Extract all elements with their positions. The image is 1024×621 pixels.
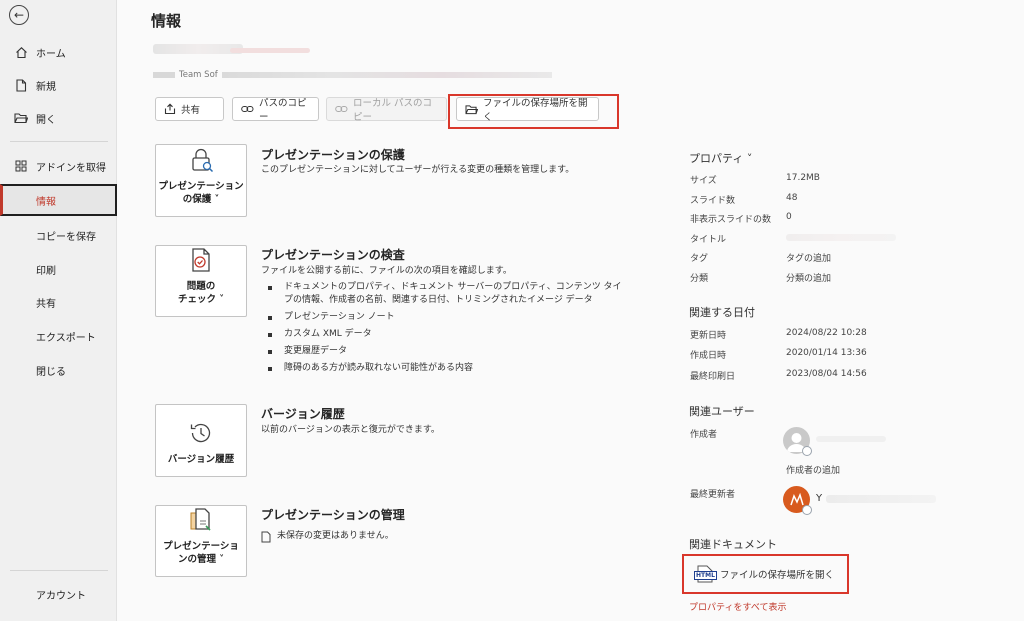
property-key: タイトル [690,235,727,245]
link-icon [241,104,254,114]
sidebar-item-info[interactable]: 情報 [0,184,117,216]
sidebar-item-export[interactable]: エクスポート [0,322,117,350]
check-for-issues-button[interactable]: 問題の チェック ˅ [155,245,247,317]
sidebar-item-label: 閉じる [36,366,66,378]
date-key: 最終印刷日 [690,372,736,382]
show-all-properties-link[interactable]: プロパティをすべて表示 [689,600,786,613]
inspect-bullet: プレゼンテーション ノート [268,311,628,324]
dates-heading: 関連する日付 [689,306,755,319]
sidebar-divider [10,141,108,142]
file-path: Team Sof [153,70,613,80]
version-history-button[interactable]: バージョン履歴 [155,404,247,477]
sidebar-item-share[interactable]: 共有 [0,288,117,316]
grid-icon [14,159,28,173]
sidebar-item-label: 開く [36,114,56,126]
sidebar-item-label: ホーム [36,48,66,60]
inspect-section-title: プレゼンテーションの検査 [261,248,405,262]
add-author-link[interactable]: 作成者の追加 [786,463,840,476]
manage-document-icon [188,507,214,536]
lock-search-icon [188,147,214,176]
property-value: 17.2MB [786,173,820,183]
sidebar-item-close[interactable]: 閉じる [0,356,117,384]
inspect-bullet: ドキュメントのプロパティ、ドキュメント サーバーのプロパティ、コンテンツ タイプ… [268,281,628,307]
add-category-field[interactable]: 分類の追加 [786,271,831,284]
manage-section-title: プレゼンテーションの管理 [261,508,405,522]
sidebar-item-label: 新規 [36,81,56,93]
sidebar-item-label: エクスポート [36,332,96,344]
inspect-section-desc: ファイルを公開する前に、ファイルの次の項目を確認します。 [261,266,512,276]
link-icon [335,104,348,114]
highlight-box [682,554,849,594]
property-key: 非表示スライドの数 [690,215,772,225]
presence-icon [802,505,812,515]
home-icon [14,45,28,59]
sidebar-divider [10,570,108,571]
sidebar-item-get-addins[interactable]: アドインを取得 [0,152,117,180]
sidebar-item-label: アドインを取得 [36,162,106,174]
backstage-sidebar: ← ホーム 新規 開く アドインを取得 情報 コピーを保存 印刷 共有 エクスポ… [0,0,117,621]
highlight-box [448,94,619,129]
manage-presentation-button[interactable]: プレゼンテーショ ンの管理 ˅ [155,505,247,577]
sidebar-item-label: 共有 [36,298,56,310]
manage-section-desc: 未保存の変更はありません。 [261,530,631,544]
users-heading: 関連ユーザー [689,405,755,418]
new-file-icon [14,78,28,92]
property-key: タグ [690,254,709,264]
folder-open-icon [14,111,28,125]
sidebar-item-new[interactable]: 新規 [0,71,117,99]
date-key: 作成日時 [690,351,727,361]
author-label: 作成者 [690,430,718,440]
properties-heading[interactable]: プロパティ ˅ [689,150,752,166]
author-name-redacted [816,436,886,442]
sidebar-item-print[interactable]: 印刷 [0,255,117,283]
date-value: 2020/01/14 13:36 [786,348,867,358]
presence-icon [802,446,812,456]
property-key: サイズ [690,176,717,186]
document-check-icon [189,247,213,276]
property-value: 48 [786,193,798,203]
history-icon [188,420,214,449]
date-value: 2024/08/22 10:28 [786,328,867,338]
last-modified-name[interactable]: Y [816,493,822,504]
sidebar-item-account[interactable]: アカウント [0,580,117,608]
property-key: スライド数 [690,196,736,206]
sidebar-item-open[interactable]: 開く [0,104,117,132]
property-value: 0 [786,212,792,222]
property-key: 分類 [690,274,709,284]
inspect-bullet: 障碍のある方が読み取れない可能性がある内容 [268,362,628,375]
back-arrow-icon[interactable]: ← [9,5,29,25]
file-name-redacted [230,48,310,53]
document-icon [261,531,271,543]
inspect-bullet: 変更履歴データ [268,345,628,358]
sidebar-item-home[interactable]: ホーム [0,38,117,66]
last-modified-label: 最終更新者 [690,490,736,500]
last-modified-name-redacted [826,495,936,503]
date-value: 2023/08/04 14:56 [786,369,867,379]
protect-section-title: プレゼンテーションの保護 [261,148,405,162]
sidebar-item-label: 情報 [36,196,56,208]
related-docs-heading: 関連ドキュメント [689,538,777,551]
protect-section-desc: このプレゼンテーションに対してユーザーが行える変更の種類を管理します。 [261,165,575,175]
title-value-redacted[interactable] [786,234,896,241]
copy-local-path-button[interactable]: ローカル パスのコピー [326,97,447,123]
sidebar-item-label: アカウント [36,590,86,602]
sidebar-item-label: 印刷 [36,265,56,277]
add-tag-field[interactable]: タグの追加 [786,251,831,264]
version-section-desc: 以前のバージョンの表示と復元ができます。 [261,425,440,435]
protect-presentation-button[interactable]: プレゼンテーション の保護 ˅ [155,144,247,217]
page-title: 情報 [151,12,182,30]
version-section-title: バージョン履歴 [261,407,345,421]
date-key: 更新日時 [690,331,727,341]
share-icon [164,103,176,115]
sidebar-item-label: コピーを保存 [36,231,96,243]
share-button[interactable]: 共有 [155,97,224,121]
sidebar-item-save-copy[interactable]: コピーを保存 [0,221,117,249]
inspect-bullet: カスタム XML データ [268,328,628,341]
copy-path-button[interactable]: パスのコピー [232,97,319,123]
